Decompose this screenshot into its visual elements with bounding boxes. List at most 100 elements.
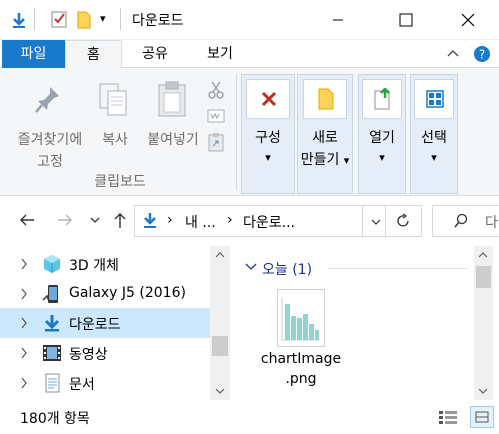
maximize-button[interactable] xyxy=(383,0,429,40)
file-extension: .png xyxy=(285,371,317,387)
chevron-right-icon[interactable] xyxy=(20,317,28,329)
item-count: 180개 항목 xyxy=(20,411,90,427)
scroll-down-icon[interactable] xyxy=(478,388,488,394)
copy-path-icon[interactable] xyxy=(207,108,225,124)
breadcrumb-separator: › xyxy=(227,212,233,228)
organize-label: 구성 xyxy=(255,130,281,146)
paste-label: 붙여넣기 xyxy=(147,132,199,148)
scroll-up-icon[interactable] xyxy=(478,252,488,258)
ribbon-separator xyxy=(236,74,237,190)
minimize-button[interactable] xyxy=(315,0,361,40)
scrollbar-thumb[interactable] xyxy=(476,266,491,288)
search-placeholder: 다 xyxy=(485,215,498,231)
organize-icon-frame xyxy=(246,79,290,119)
document-icon xyxy=(42,373,62,393)
open-icon-frame xyxy=(362,79,402,119)
nav-item-galaxy-j5[interactable]: Galaxy J5 (2016) xyxy=(0,279,210,309)
refresh-icon[interactable] xyxy=(395,213,411,229)
new-folder-icon[interactable] xyxy=(76,10,92,30)
nav-label: 3D 개체 xyxy=(69,258,119,274)
collapse-ribbon-icon[interactable] xyxy=(446,47,460,59)
nav-item-videos[interactable]: 동영상 xyxy=(0,338,210,368)
breadcrumb-this-pc[interactable]: 내 ... xyxy=(185,212,216,232)
pin-icon xyxy=(34,84,62,114)
open-button[interactable]: 열기 ▾ xyxy=(358,74,406,194)
paste-shortcut-icon[interactable] xyxy=(207,132,225,152)
search-input[interactable]: 다 xyxy=(432,205,499,237)
chevron-right-icon[interactable] xyxy=(20,288,28,300)
new-icon-frame xyxy=(303,79,347,119)
window-title: 다운로드 xyxy=(132,13,184,29)
nav-item-documents[interactable]: 문서 xyxy=(0,368,210,398)
scrollbar-thumb[interactable] xyxy=(212,336,228,356)
breadcrumb-separator: › xyxy=(167,212,173,228)
group-header-line xyxy=(328,268,468,269)
phone-device-icon xyxy=(42,284,62,304)
details-view-icon[interactable] xyxy=(438,410,458,424)
status-bar: 180개 항목 xyxy=(0,400,499,434)
cut-icon[interactable] xyxy=(207,80,225,100)
scroll-up-icon[interactable] xyxy=(215,252,225,258)
select-all-icon xyxy=(426,90,444,108)
new-button[interactable]: 새로 만들기 ▾ xyxy=(297,74,353,194)
chevron-right-icon[interactable] xyxy=(20,258,28,270)
open-label: 열기 xyxy=(369,130,395,146)
select-label: 선택 xyxy=(421,130,447,146)
copy-label: 복사 xyxy=(102,132,128,148)
tab-share[interactable]: 공유 xyxy=(125,40,185,68)
new-label-2: 만들기 ▾ xyxy=(300,152,350,168)
nav-scrollbar[interactable] xyxy=(210,246,230,401)
chevron-right-icon[interactable] xyxy=(20,347,28,359)
properties-icon[interactable] xyxy=(50,10,68,28)
tab-file[interactable]: 파일 xyxy=(2,40,65,68)
open-properties-icon xyxy=(374,88,392,110)
open-dropdown-icon: ▾ xyxy=(379,151,385,164)
file-name: chartImage xyxy=(260,351,342,367)
large-icons-view-button[interactable] xyxy=(470,406,494,428)
back-arrow-icon[interactable] xyxy=(18,213,36,227)
up-arrow-icon[interactable] xyxy=(112,211,128,229)
breadcrumb-downloads[interactable]: 다운로... xyxy=(243,212,295,232)
group-header-today[interactable]: 오늘 (1) xyxy=(262,259,312,279)
forward-arrow-icon[interactable] xyxy=(56,213,74,227)
search-icon xyxy=(453,213,469,229)
tab-view[interactable]: 보기 xyxy=(190,40,250,68)
paste-button[interactable]: 붙여넣기 xyxy=(140,78,206,148)
chevron-right-icon[interactable] xyxy=(20,377,28,389)
film-icon xyxy=(42,343,62,363)
new-dropdown-icon: ▾ xyxy=(343,154,350,167)
address-dropdown-icon[interactable] xyxy=(370,212,382,230)
separator xyxy=(120,8,121,30)
content-scrollbar[interactable] xyxy=(474,246,493,401)
select-icon-frame xyxy=(414,79,454,119)
title-bar: ▾ 다운로드 xyxy=(0,0,499,40)
file-item-chartimage[interactable]: chartImage .png xyxy=(258,285,344,403)
customize-dropdown-icon[interactable]: ▾ xyxy=(100,12,106,25)
new-folder-icon xyxy=(318,88,334,110)
pin-quick-access-button[interactable]: 즐겨찾기에 고정 xyxy=(4,78,88,170)
select-dropdown-icon: ▾ xyxy=(431,151,437,164)
scroll-down-icon[interactable] xyxy=(215,388,225,394)
copy-button[interactable]: 복사 xyxy=(92,78,138,148)
tab-home[interactable]: 홈 xyxy=(65,40,122,69)
address-separator xyxy=(385,205,386,237)
nav-item-3d-objects[interactable]: 3D 개체 xyxy=(0,249,210,279)
address-bar[interactable]: › 내 ... › 다운로... xyxy=(134,205,422,237)
organize-button[interactable]: 구성 ▾ xyxy=(241,74,295,194)
nav-item-downloads[interactable]: 다운로드 xyxy=(0,308,210,338)
pin-label: 즐겨찾기에 xyxy=(17,132,83,148)
help-icon[interactable]: ? xyxy=(472,44,492,64)
group-collapse-icon[interactable] xyxy=(245,263,257,271)
ribbon: 즐겨찾기에 고정 복사 붙여넣기 클립보드 구성 ▾ 새로 만들기 ▾ 열기 ▾… xyxy=(0,68,499,196)
3d-objects-icon xyxy=(42,254,62,274)
delete-x-icon xyxy=(260,90,278,108)
separator xyxy=(34,8,35,30)
select-button[interactable]: 선택 ▾ xyxy=(410,74,458,194)
recent-locations-icon[interactable] xyxy=(89,216,101,224)
close-button[interactable] xyxy=(444,0,490,40)
downloads-icon xyxy=(42,313,62,333)
copy-icon xyxy=(98,82,130,118)
organize-dropdown-icon: ▾ xyxy=(265,151,271,164)
new-label: 새로 xyxy=(312,130,338,146)
nav-label: Galaxy J5 (2016) xyxy=(69,285,186,301)
